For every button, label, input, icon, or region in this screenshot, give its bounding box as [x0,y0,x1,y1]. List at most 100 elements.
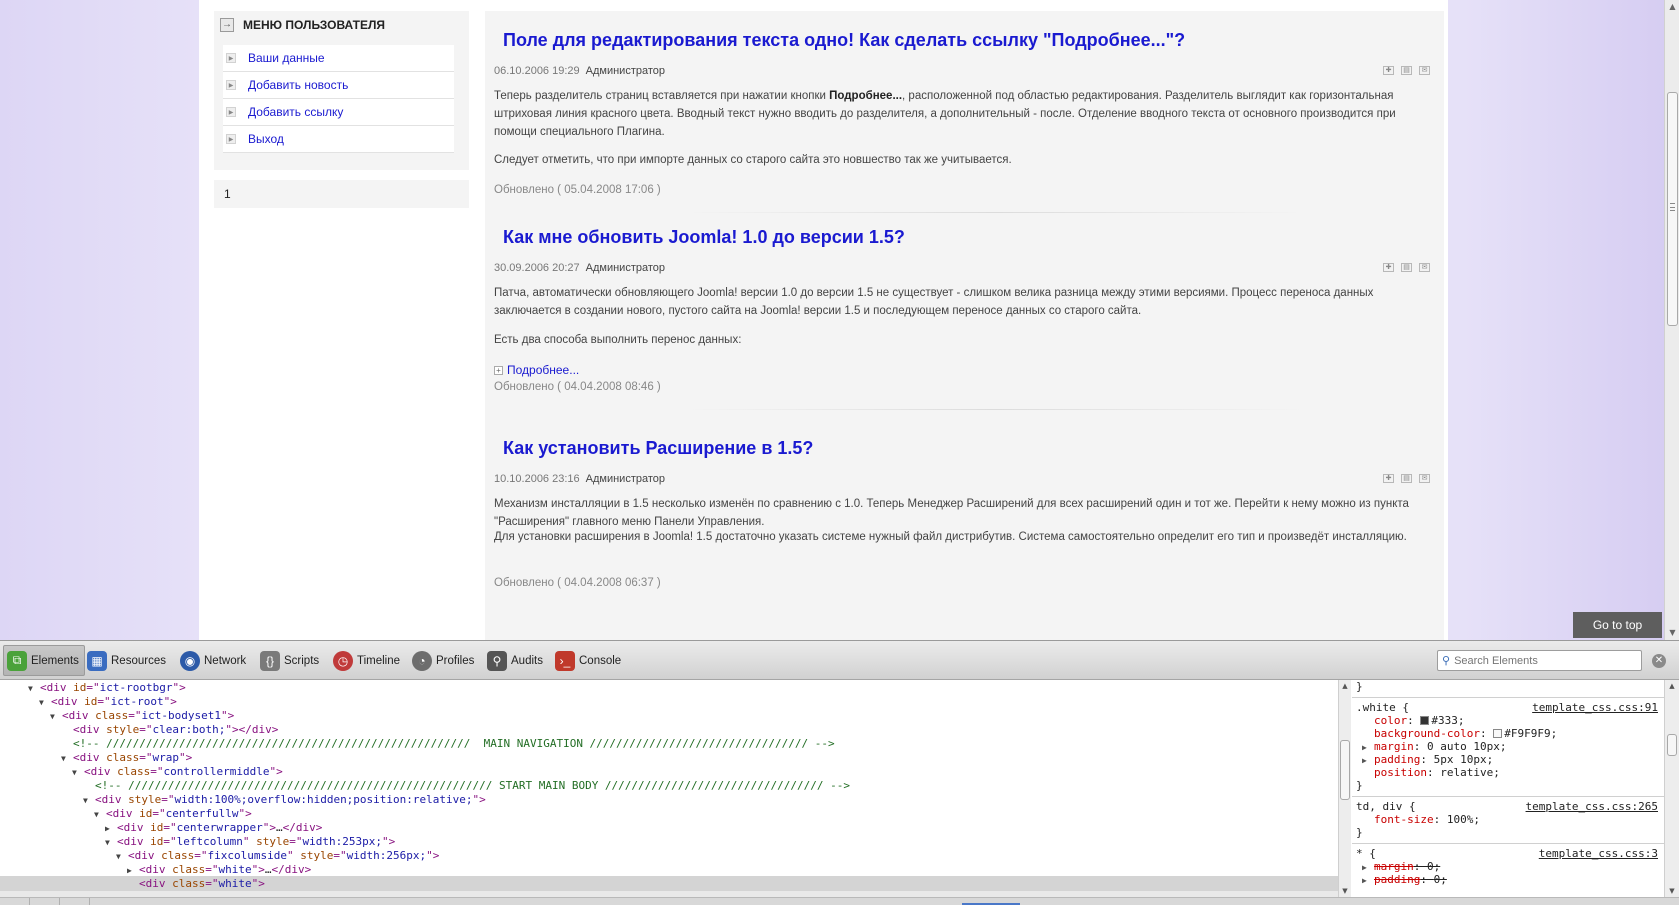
scrollbar-thumb[interactable] [1667,734,1677,756]
styles-scrollbar[interactable]: ▲ ▼ [1664,680,1679,897]
scroll-down-arrow-icon[interactable]: ▼ [1665,626,1679,640]
dom-tree[interactable]: ▼ <div id="ict-rootbgr"> ▼ <div id="ict-roo… [0,680,1338,897]
dom-node-line[interactable]: ▼ <div id="leftcolumn" style="width:253px… [0,834,1338,849]
search-elements-input[interactable] [1454,654,1635,667]
dom-node-line[interactable]: <!-- ///////////////////////////////////… [0,736,1338,751]
dom-token: <div [117,835,151,848]
print-icon[interactable]: ▤ [1401,263,1412,272]
color-swatch[interactable] [1493,729,1503,738]
email-icon[interactable]: ✉ [1419,66,1430,75]
dom-node-line[interactable]: ▼ <div style="width:100%;overflow:hidden;… [0,792,1338,807]
style-property[interactable]: font-size: 100%; [1356,813,1662,827]
dom-node-line[interactable]: ▼ <div id="centerfullw"> [0,806,1338,821]
article-title[interactable]: Как установить Расширение в 1.5? [503,438,813,459]
tab-resources[interactable]: ▦ Resources [84,645,171,676]
dom-token: =" [150,765,164,778]
tab-network[interactable]: ◉ Network [177,645,251,676]
readmore-link[interactable]: + Подробнее... [494,363,579,377]
style-property[interactable]: ▶ margin: 0 auto 10px; [1356,740,1662,754]
stylesheet-link[interactable]: template_css.css:265 [1526,800,1658,814]
dom-token: =" [86,681,100,694]
user-menu-list: ▶ Ваши данные ▶ Добавить новость ▶ Добав… [223,45,454,153]
style-property[interactable]: color: #333; [1356,714,1662,728]
tab-profiles[interactable]: ◔ Profiles [409,645,479,676]
print-icon[interactable]: ▤ [1401,66,1412,75]
status-segment[interactable] [30,898,60,905]
dom-node-line[interactable]: <!-- ///////////////////////////////////… [0,778,1338,793]
user-menu-link[interactable]: Добавить ссылку [248,105,343,119]
dom-token: " [242,835,257,848]
user-menu-link[interactable]: Выход [248,132,284,146]
article-title[interactable]: Как мне обновить Joomla! 1.0 до версии 1… [503,227,905,248]
user-menu-link[interactable]: Добавить новость [248,78,348,92]
user-menu-item-add-link[interactable]: ▶ Добавить ссылку [223,99,454,126]
dom-node-line[interactable]: ▼ <div id="ict-root"> [0,694,1338,709]
dom-node-line[interactable]: ▼ <div class="wrap"> [0,750,1338,765]
dom-node-line[interactable]: <div style="clear:both;"></div> [0,722,1338,737]
devtools-status-bar [0,897,1679,905]
tab-audits[interactable]: ⚲ Audits [484,645,548,676]
tab-console[interactable]: ›_ Console [552,645,626,676]
go-to-top-button[interactable]: Go to top [1573,612,1662,638]
article-updated: Обновлено ( 05.04.2008 17:06 ) [494,184,661,196]
scroll-up-arrow-icon[interactable]: ▲ [1339,680,1351,692]
collapsed-triangle-icon[interactable]: ▶ [1362,874,1374,888]
color-swatch[interactable] [1420,716,1430,725]
pdf-icon[interactable]: ✚ [1383,263,1394,272]
user-menu-item-logout[interactable]: ▶ Выход [223,126,454,153]
style-property[interactable]: ▶ margin: 0; [1356,860,1662,874]
dom-node-line[interactable]: ▶ <div id="centerwrapper">…</div> [0,820,1338,835]
scroll-down-arrow-icon[interactable]: ▼ [1666,885,1678,897]
dom-token: =" [97,695,111,708]
status-segment[interactable] [60,898,90,905]
user-menu-link[interactable]: Ваши данные [248,51,325,65]
dom-token: ict-rootbgr [99,681,173,694]
dom-token: id [73,681,87,694]
user-menu-item-add-news[interactable]: ▶ Добавить новость [223,72,454,99]
tab-scripts[interactable]: {} Scripts [257,645,324,676]
style-property[interactable]: background-color: #F9F9F9; [1356,727,1662,741]
dom-tree-scrollbar[interactable]: ▲ ▼ [1338,680,1351,897]
article-title[interactable]: Поле для редактирования текста одно! Как… [503,30,1185,51]
article-paragraph: Следует отметить, что при импорте данных… [494,154,1012,166]
stylesheet-link[interactable]: template_css.css:91 [1532,701,1658,715]
pdf-icon[interactable]: ✚ [1383,474,1394,483]
readmore-label[interactable]: Подробнее... [507,363,579,377]
search-elements-field[interactable]: ⚲ [1437,650,1642,671]
dom-token: <div [73,751,107,764]
page-number[interactable]: 1 [224,187,231,201]
page-scrollbar[interactable]: ▲ ▼ [1664,0,1679,640]
email-icon[interactable]: ✉ [1419,263,1430,272]
dom-node-line[interactable]: ▶ <div class="white">…</div> [0,862,1338,877]
tab-elements[interactable]: ⧉ Elements [3,645,85,676]
pdf-icon[interactable]: ✚ [1383,66,1394,75]
dom-node-line[interactable]: ▼ <div class="controllermiddle"> [0,764,1338,779]
style-property[interactable]: position: relative; [1356,766,1662,780]
scroll-up-arrow-icon[interactable]: ▲ [1666,680,1678,692]
dom-node-line[interactable]: <div class="white"> [0,876,1338,891]
dom-token: <div [128,849,162,862]
dom-node-line[interactable]: ▼ <div class="ict-bodyset1"> [0,708,1338,723]
tab-label: Timeline [357,654,401,667]
dom-token: leftcolumn [176,835,243,848]
style-property[interactable]: ▶ padding: 0; [1356,873,1662,887]
dom-token: "> [251,877,265,890]
status-segment[interactable] [0,898,30,905]
article-meta: 30.09.2006 20:27 Администратор [494,262,665,274]
dom-node-line[interactable]: ▼ <div id="ict-rootbgr"> [0,680,1338,695]
user-menu-item-profile[interactable]: ▶ Ваши данные [223,45,454,72]
scroll-up-arrow-icon[interactable]: ▲ [1665,0,1679,14]
scroll-down-arrow-icon[interactable]: ▼ [1339,885,1351,897]
property-value: #333; [1431,714,1465,727]
dom-node-line[interactable]: ▼ <div class="fixcolumside" style="width:… [0,848,1338,863]
page-viewport: → МЕНЮ ПОЛЬЗОВАТЕЛЯ ▶ Ваши данные ▶ Доба… [0,0,1664,640]
tab-timeline[interactable]: ◷ Timeline [330,645,405,676]
style-property[interactable]: ▶ padding: 5px 10px; [1356,753,1662,767]
scrollbar-thumb[interactable] [1667,92,1678,326]
print-icon[interactable]: ▤ [1401,474,1412,483]
stylesheet-link[interactable]: template_css.css:3 [1539,847,1658,861]
style-rule-selector: * {template_css.css:3 [1356,847,1662,861]
close-icon[interactable]: ✕ [1652,654,1666,668]
email-icon[interactable]: ✉ [1419,474,1430,483]
scrollbar-thumb[interactable] [1340,740,1350,800]
